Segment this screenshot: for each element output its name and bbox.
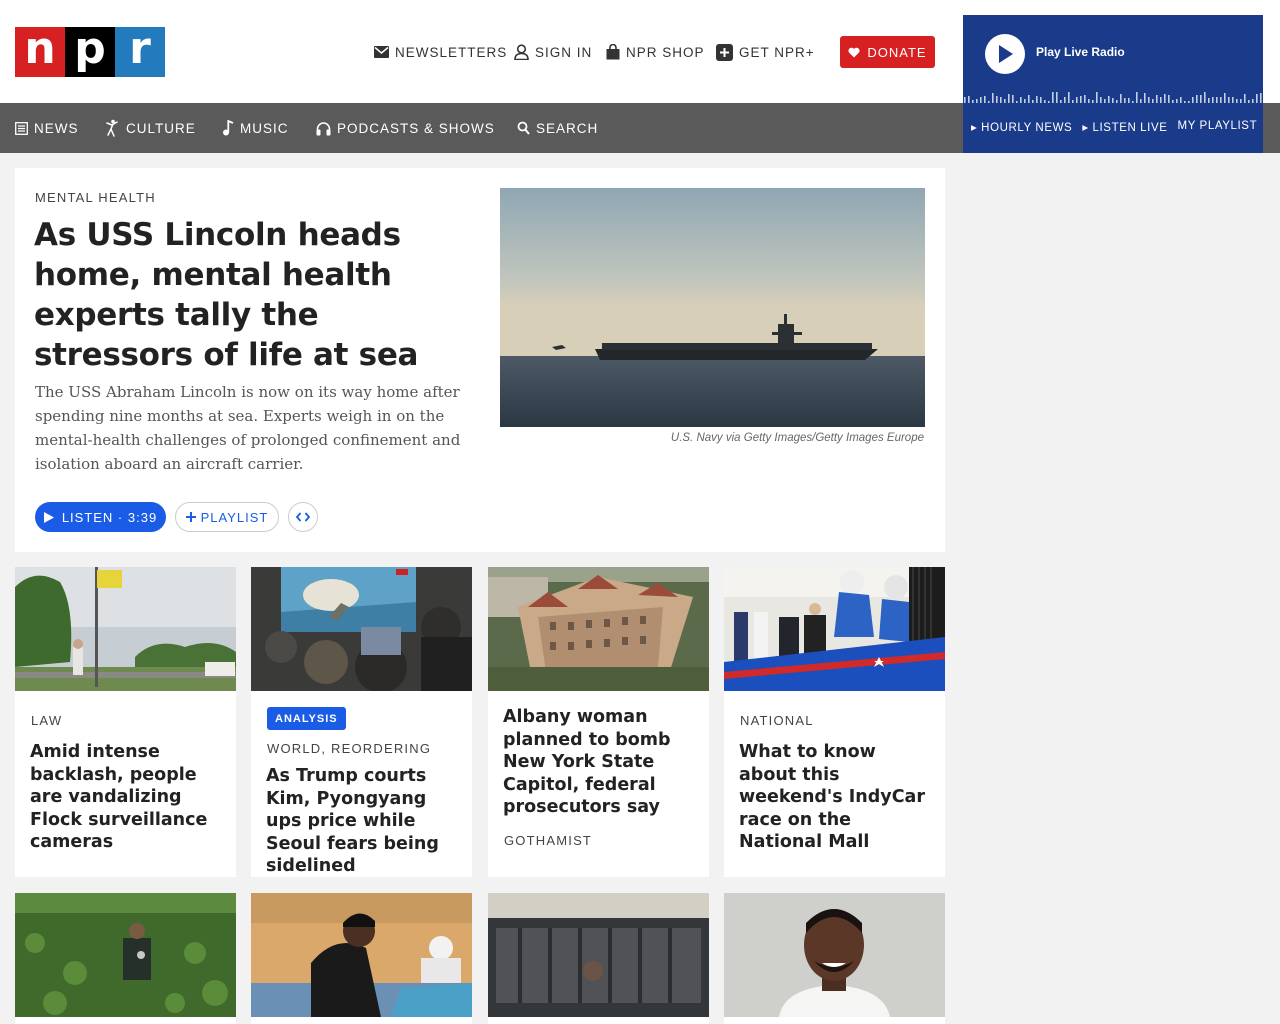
- my-playlist-link[interactable]: MY PLAYLIST: [1178, 120, 1258, 134]
- smiling-man-portrait-photo[interactable]: [724, 893, 945, 1017]
- story-card[interactable]: ANALYSIS WORLD, REORDERING As Trump cour…: [251, 567, 472, 877]
- donate-button[interactable]: DONATE: [840, 36, 935, 68]
- story-slug[interactable]: LAW: [31, 713, 62, 728]
- story-card[interactable]: LAW Amid intense backlash, people are va…: [15, 567, 236, 877]
- play-live-radio-button[interactable]: [985, 34, 1025, 74]
- nav-search[interactable]: SEARCH: [517, 119, 598, 137]
- get-npr-plus-link[interactable]: GET NPR+: [716, 43, 815, 61]
- heart-icon: [848, 47, 860, 58]
- nav-culture[interactable]: CULTURE: [104, 119, 196, 137]
- newsletters-link[interactable]: NEWSLETTERS: [374, 43, 507, 61]
- play-icon: [43, 511, 54, 523]
- audio-waveform-decoration: [963, 89, 1263, 103]
- nav-podcasts-shows-label: PODCASTS & SHOWS: [337, 120, 495, 136]
- sign-in-label: SIGN IN: [535, 44, 593, 60]
- live-radio-player: Play Live Radio ▸ HOURLY NEWS ▸ LISTEN L…: [963, 15, 1263, 153]
- featured-slug[interactable]: MENTAL HEALTH: [35, 190, 156, 205]
- nav-music[interactable]: MUSIC: [222, 119, 289, 137]
- listen-button[interactable]: LISTEN · 3:39: [35, 502, 166, 532]
- donate-label: DONATE: [867, 44, 927, 60]
- listen-live-link[interactable]: ▸ LISTEN LIVE: [1082, 120, 1167, 134]
- story-card[interactable]: Albany woman planned to bomb New York St…: [488, 567, 709, 877]
- analysis-badge: ANALYSIS: [267, 707, 346, 730]
- story-slug[interactable]: NATIONAL: [740, 713, 814, 728]
- story-card[interactable]: [15, 893, 236, 1024]
- man-praying-photo[interactable]: [251, 893, 472, 1017]
- play-live-radio-label[interactable]: Play Live Radio: [1036, 45, 1125, 59]
- featured-headline[interactable]: As USS Lincoln heads home, mental health…: [34, 215, 474, 375]
- story-card[interactable]: NATIONAL What to know about this weekend…: [724, 567, 945, 877]
- story-headline[interactable]: Amid intense backlash, people are vandal…: [30, 741, 225, 854]
- listen-label: LISTEN · 3:39: [61, 509, 158, 525]
- envelope-icon: [374, 46, 389, 58]
- story-slug[interactable]: WORLD, REORDERING: [267, 741, 431, 756]
- music-note-icon: [222, 120, 234, 136]
- story-card[interactable]: [488, 893, 709, 1024]
- nav-podcasts-shows[interactable]: PODCASTS & SHOWS: [316, 119, 495, 137]
- vehicle-window-photo[interactable]: [488, 893, 709, 1017]
- story-headline[interactable]: Albany woman planned to bomb New York St…: [503, 706, 698, 819]
- play-icon: [996, 44, 1014, 64]
- code-brackets-icon: [296, 512, 310, 522]
- get-npr-plus-label: GET NPR+: [739, 44, 815, 60]
- hourly-news-link[interactable]: ▸ HOURLY NEWS: [971, 120, 1072, 134]
- plus-icon: [185, 512, 196, 522]
- featured-teaser[interactable]: The USS Abraham Lincoln is now on its wa…: [35, 380, 465, 476]
- npr-shop-link[interactable]: NPR SHOP: [606, 43, 705, 61]
- embed-button[interactable]: [288, 502, 318, 532]
- playlist-label: PLAYLIST: [200, 509, 269, 525]
- soybean-field-photo[interactable]: [15, 893, 236, 1017]
- nav-search-label: SEARCH: [536, 120, 599, 136]
- featured-story: MENTAL HEALTH As USS Lincoln heads home,…: [15, 168, 945, 552]
- logo-letter-p: p: [65, 27, 115, 77]
- sign-in-link[interactable]: SIGN IN: [514, 43, 592, 61]
- story-headline[interactable]: What to know about this weekend's IndyCa…: [739, 741, 934, 854]
- nav-culture-label: CULTURE: [126, 120, 196, 136]
- plus-box-icon: [716, 43, 733, 61]
- logo-letter-n: n: [15, 27, 65, 77]
- missile-launch-tv-photo[interactable]: [251, 567, 472, 691]
- npr-logo[interactable]: n p r: [15, 27, 165, 77]
- story-card[interactable]: [724, 893, 945, 1024]
- dancer-icon: [104, 119, 120, 137]
- add-to-playlist-button[interactable]: PLAYLIST: [175, 502, 279, 532]
- logo-letter-r: r: [115, 27, 165, 77]
- ny-state-capitol-photo[interactable]: [488, 567, 709, 691]
- headphones-icon: [316, 121, 331, 136]
- nav-news[interactable]: NEWS: [15, 119, 79, 137]
- indycar-event-photo[interactable]: [724, 567, 945, 691]
- newspaper-icon: [15, 121, 28, 135]
- story-card[interactable]: [251, 893, 472, 1024]
- story-headline[interactable]: As Trump courts Kim, Pyongyang ups price…: [266, 765, 461, 878]
- radio-links: ▸ HOURLY NEWS ▸ LISTEN LIVE MY PLAYLIST: [971, 120, 1257, 134]
- npr-shop-label: NPR SHOP: [626, 44, 705, 60]
- nav-music-label: MUSIC: [240, 120, 289, 136]
- aircraft-carrier-photo[interactable]: [500, 188, 925, 427]
- photo-credit: U.S. Navy via Getty Images/Getty Images …: [670, 432, 924, 444]
- story-slug[interactable]: GOTHAMIST: [504, 833, 592, 848]
- listen-live-label: LISTEN LIVE: [1092, 122, 1168, 134]
- hourly-news-label: HOURLY NEWS: [981, 122, 1073, 134]
- shopping-bag-icon: [606, 44, 620, 60]
- nav-news-label: NEWS: [34, 120, 79, 136]
- user-icon: [514, 44, 529, 60]
- newsletters-label: NEWSLETTERS: [395, 44, 508, 60]
- search-icon: [517, 121, 530, 135]
- flock-camera-photo[interactable]: [15, 567, 236, 691]
